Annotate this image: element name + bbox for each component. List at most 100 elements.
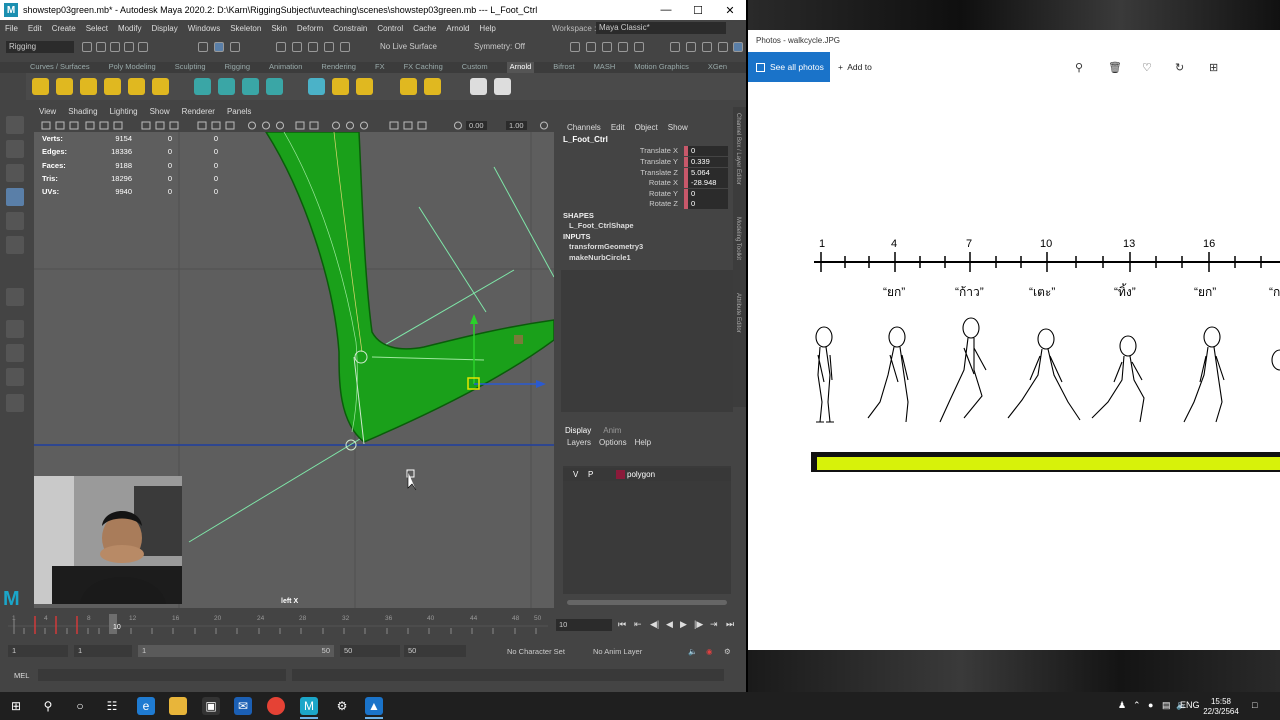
- redo-icon[interactable]: [138, 42, 148, 52]
- shelf-tab-xgen[interactable]: XGen: [708, 62, 727, 73]
- current-frame-field[interactable]: 10: [556, 619, 612, 631]
- menu-windows[interactable]: Windows: [188, 24, 220, 33]
- snap-surface-icon[interactable]: [340, 42, 350, 52]
- mesh-light-icon[interactable]: [56, 78, 73, 95]
- rotate-tool-icon[interactable]: [6, 212, 24, 230]
- shelf-tab-curves[interactable]: Curves / Surfaces: [30, 62, 90, 73]
- panel-menu-show[interactable]: Show: [150, 107, 170, 119]
- layer-scrollbar[interactable]: [567, 600, 727, 605]
- attr-rotate-x[interactable]: Rotate X -28.948: [561, 178, 733, 189]
- open-scene-icon[interactable]: [96, 42, 106, 52]
- menu-display[interactable]: Display: [152, 24, 178, 33]
- layer-menu-help[interactable]: Help: [635, 438, 651, 447]
- curve-collector-icon[interactable]: [242, 78, 259, 95]
- shelf-tab-mash[interactable]: MASH: [594, 62, 616, 73]
- select-component-icon[interactable]: [230, 42, 240, 52]
- shelf-tab-rigging[interactable]: Rigging: [225, 62, 250, 73]
- maximize-icon[interactable]: ☐: [682, 0, 714, 20]
- menu-create[interactable]: Create: [52, 24, 76, 33]
- panel-menu-lighting[interactable]: Lighting: [110, 107, 138, 119]
- render-view-shelf-icon[interactable]: [470, 78, 487, 95]
- menu-help[interactable]: Help: [479, 24, 495, 33]
- tray-expand-icon[interactable]: ⌃: [1133, 700, 1141, 711]
- selected-object-name[interactable]: L_Foot_Ctrl: [563, 135, 608, 144]
- cortana-icon[interactable]: ○: [71, 697, 89, 715]
- light-editor-icon[interactable]: [332, 78, 349, 95]
- snap-grid-icon[interactable]: [276, 42, 286, 52]
- input-node-transform[interactable]: transformGeometry3: [569, 242, 643, 251]
- material-icon[interactable]: [424, 78, 441, 95]
- step-back-key-icon[interactable]: ⇤: [634, 619, 642, 630]
- menu-skin[interactable]: Skin: [271, 24, 287, 33]
- menu-select[interactable]: Select: [86, 24, 108, 33]
- side-tab-channel-box[interactable]: Channel Box / Layer Editor: [735, 113, 741, 185]
- mail-icon[interactable]: ✉: [234, 697, 252, 715]
- minimize-icon[interactable]: —: [650, 0, 682, 20]
- gamma-field[interactable]: 1.00: [506, 121, 527, 130]
- scene-end-field[interactable]: 50: [404, 645, 466, 657]
- modeling-toolkit-icon[interactable]: [670, 42, 680, 52]
- menu-control[interactable]: Control: [377, 24, 403, 33]
- menu-set-select[interactable]: Rigging: [6, 41, 74, 53]
- render-frame-icon[interactable]: [586, 42, 596, 52]
- ipr-render-icon[interactable]: [602, 42, 612, 52]
- panel-menu-renderer[interactable]: Renderer: [182, 107, 215, 119]
- network-icon[interactable]: ▤: [1162, 700, 1171, 711]
- chrome-icon[interactable]: [267, 697, 285, 715]
- panel-menu-panels[interactable]: Panels: [227, 107, 251, 119]
- snap-point-icon[interactable]: [308, 42, 318, 52]
- menu-cache[interactable]: Cache: [413, 24, 436, 33]
- menu-modify[interactable]: Modify: [118, 24, 142, 33]
- attr-translate-x[interactable]: Translate X0: [561, 146, 733, 157]
- shelf-tab-arnold[interactable]: Arnold: [506, 62, 535, 73]
- layer-tab-anim[interactable]: Anim: [603, 426, 621, 435]
- light-portal-icon[interactable]: [128, 78, 145, 95]
- photos-taskbar-icon[interactable]: ▲: [365, 697, 383, 715]
- lasso-tool-icon[interactable]: [6, 140, 24, 158]
- file-explorer-icon[interactable]: [169, 697, 187, 715]
- layer-visibility-toggle[interactable]: V: [573, 470, 578, 479]
- render-settings-icon[interactable]: [618, 42, 628, 52]
- shelf-tab-fx-caching[interactable]: FX Caching: [404, 62, 443, 73]
- select-object-icon[interactable]: [214, 42, 224, 52]
- channel-box-icon[interactable]: [733, 42, 743, 52]
- notifications-icon[interactable]: □: [1252, 700, 1257, 710]
- procedural-icon[interactable]: [266, 78, 283, 95]
- anim-prefs-icon[interactable]: ⚙: [724, 647, 731, 656]
- snap-curve-icon[interactable]: [292, 42, 302, 52]
- mel-label[interactable]: MEL: [14, 671, 29, 680]
- step-back-frame-icon[interactable]: ◀|: [650, 619, 659, 630]
- step-forward-frame-icon[interactable]: |▶: [694, 619, 703, 630]
- physical-sky-icon[interactable]: [152, 78, 169, 95]
- viewport-left[interactable]: Verts: 9154 0 0 Edges: 18336 0 0 Faces: 9188 0 0 …: [34, 132, 554, 608]
- workspace-select[interactable]: Maya Classic*: [596, 22, 726, 34]
- light-manager-icon[interactable]: [356, 78, 373, 95]
- menu-constrain[interactable]: Constrain: [333, 24, 367, 33]
- move-tool-icon[interactable]: [6, 188, 24, 206]
- paint-select-icon[interactable]: [6, 164, 24, 182]
- character-set-select[interactable]: No Character Set: [507, 647, 565, 656]
- shelf-tab-rendering[interactable]: Rendering: [321, 62, 356, 73]
- new-scene-icon[interactable]: [82, 42, 92, 52]
- select-tool-icon[interactable]: [6, 116, 24, 134]
- attr-translate-y[interactable]: Translate Y 0.339: [561, 157, 733, 168]
- close-icon[interactable]: ✕: [714, 0, 746, 20]
- exposure-field[interactable]: 0.00: [466, 121, 487, 130]
- shelf-tab-custom[interactable]: Custom: [462, 62, 488, 73]
- step-forward-key-icon[interactable]: ⇥: [710, 619, 718, 630]
- shelf-tab-sculpting[interactable]: Sculpting: [175, 62, 206, 73]
- language-indicator[interactable]: ENG: [1180, 700, 1200, 710]
- maya-taskbar-icon[interactable]: M: [300, 697, 318, 715]
- attr-rotate-y[interactable]: Rotate Y0: [561, 189, 733, 200]
- store-icon[interactable]: ▣: [202, 697, 220, 715]
- shelf-tab-bifrost[interactable]: Bifrost: [553, 62, 574, 73]
- shelf-tab-motion-graphics[interactable]: Motion Graphics: [634, 62, 689, 73]
- scene-start-field[interactable]: 1: [8, 645, 68, 657]
- task-view-icon[interactable]: ☷: [103, 697, 121, 715]
- area-light-icon[interactable]: [32, 78, 49, 95]
- go-to-start-icon[interactable]: ⏮: [618, 619, 626, 630]
- photometric-light-icon[interactable]: [80, 78, 97, 95]
- auto-key-icon[interactable]: ◉: [706, 647, 713, 656]
- render-view-icon[interactable]: [570, 42, 580, 52]
- attr-translate-z[interactable]: Translate Z 5.064: [561, 168, 733, 179]
